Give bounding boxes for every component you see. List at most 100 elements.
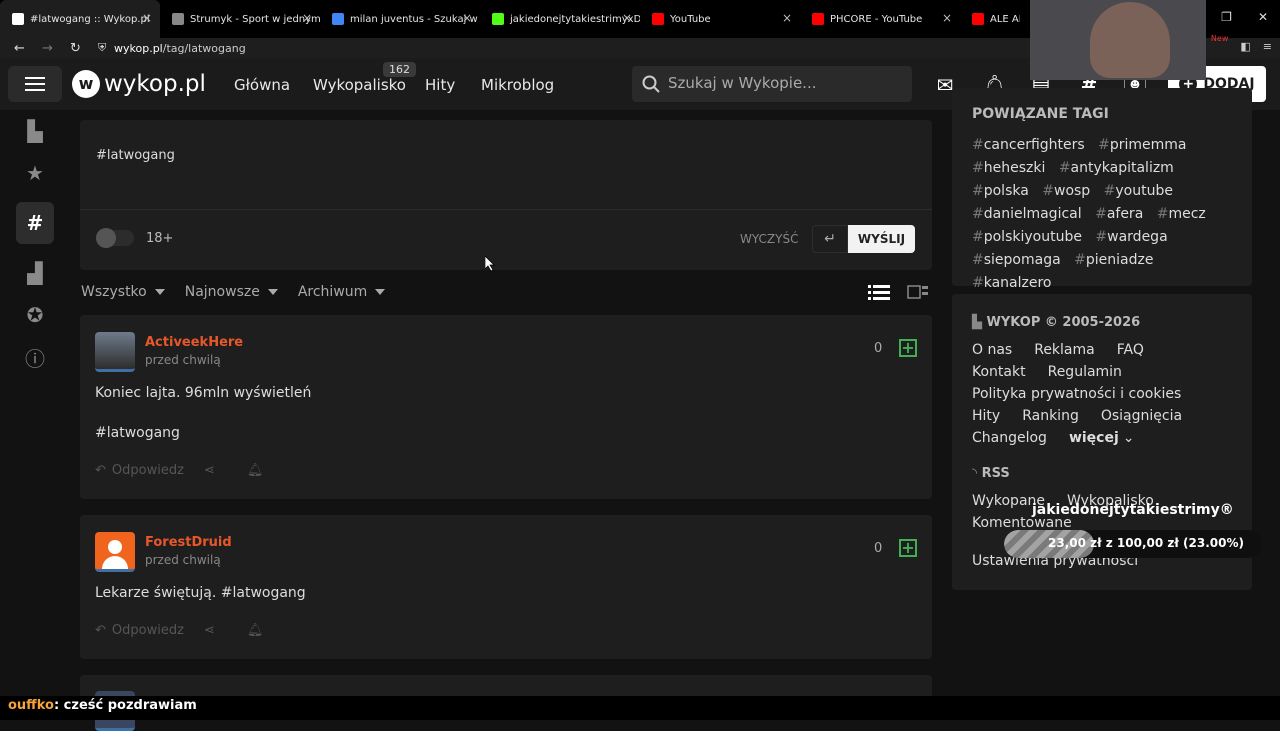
wykop-logo-icon: w bbox=[72, 70, 100, 98]
tab-favicon-icon bbox=[492, 13, 504, 25]
adult-toggle[interactable] bbox=[96, 228, 134, 248]
tag-link[interactable]: #siepomaga bbox=[972, 252, 1061, 268]
follow-bell-icon[interactable]: 🔔︎ bbox=[247, 463, 264, 478]
tag-link[interactable]: #kanalzero bbox=[972, 275, 1052, 291]
menu-icon[interactable]: ≡ bbox=[1263, 40, 1272, 53]
share-icon[interactable]: ⋖ bbox=[204, 623, 215, 638]
rss-title-text: RSS bbox=[981, 466, 1010, 481]
browser-tab[interactable]: #latwogang :: Wykop.pl × bbox=[0, 0, 160, 38]
tab-close-icon[interactable]: × bbox=[302, 11, 314, 25]
tag-link[interactable]: #afera bbox=[1095, 206, 1143, 222]
enter-key-icon[interactable]: ↵ bbox=[812, 225, 848, 253]
tab-title: milan juventus - Szukaj w Go bbox=[350, 13, 480, 25]
footer-link[interactable]: Hity bbox=[972, 408, 1000, 424]
footer-link[interactable]: FAQ bbox=[1117, 342, 1144, 358]
footer-link[interactable]: Polityka prywatności i cookies bbox=[972, 386, 1181, 402]
back-icon[interactable]: ← bbox=[14, 41, 28, 56]
tag-name: heheszki bbox=[983, 160, 1046, 176]
search-input[interactable] bbox=[668, 74, 898, 92]
share-icon[interactable]: ⋖ bbox=[204, 463, 215, 478]
hamburger-button[interactable] bbox=[8, 66, 62, 102]
post-tag[interactable]: #latwogang bbox=[221, 585, 306, 601]
reply-button[interactable]: Odpowiedz bbox=[112, 463, 184, 478]
url-domain: wykop.pl bbox=[114, 41, 163, 55]
sidebar-item-help[interactable]: ⓘ bbox=[16, 336, 54, 378]
browser-tab[interactable]: ALE ALE A bbox=[960, 0, 1020, 38]
composer-divider bbox=[80, 209, 932, 210]
url-field[interactable]: wykop.pl/tag/latwogang bbox=[114, 42, 246, 55]
tab-close-icon[interactable]: × bbox=[622, 11, 634, 25]
nav-link-hity[interactable]: Hity bbox=[425, 76, 455, 94]
footer-link[interactable]: więcej bbox=[1069, 430, 1119, 446]
reply-icon[interactable]: ↶ bbox=[95, 463, 106, 478]
footer-link[interactable]: Reklama bbox=[1034, 342, 1095, 358]
footer-link[interactable]: Osiągnięcia bbox=[1101, 408, 1182, 424]
author-avatar[interactable] bbox=[95, 532, 135, 572]
search-box[interactable] bbox=[632, 66, 912, 102]
tag-link[interactable]: #danielmagical bbox=[972, 206, 1082, 222]
list-view-icon[interactable] bbox=[868, 284, 890, 302]
sidebar-item-ranking[interactable]: ▟ bbox=[16, 252, 54, 294]
tag-link[interactable]: #heheszki bbox=[972, 160, 1045, 176]
author-name[interactable]: ForestDruid bbox=[145, 535, 232, 550]
nav-link-mikroblog[interactable]: Mikroblog bbox=[481, 76, 554, 94]
follow-bell-icon[interactable]: 🔔︎ bbox=[247, 623, 264, 638]
site-info-icon[interactable]: ⛨ bbox=[98, 41, 112, 55]
tag-name: polskiyoutube bbox=[983, 229, 1082, 245]
footer-link[interactable]: O nas bbox=[972, 342, 1012, 358]
browser-tab[interactable]: PHCORE - YouTube × bbox=[800, 0, 960, 38]
reload-icon[interactable]: ↻ bbox=[70, 41, 84, 56]
footer-link[interactable]: Kontakt bbox=[972, 364, 1026, 380]
composer-input[interactable]: #latwogang bbox=[96, 148, 175, 163]
hash-symbol: # bbox=[972, 275, 984, 291]
footer-link[interactable]: Ranking bbox=[1022, 408, 1079, 424]
tag-link[interactable]: #polska bbox=[972, 183, 1029, 199]
filter-archive[interactable]: Archiwum bbox=[298, 284, 385, 300]
tab-close-icon[interactable]: × bbox=[462, 11, 474, 25]
forward-icon[interactable]: → bbox=[42, 41, 56, 56]
tag-link[interactable]: #antykapitalizm bbox=[1059, 160, 1174, 176]
post-tag[interactable]: #latwogang bbox=[95, 425, 180, 441]
nav-link-wykopalisko[interactable]: Wykopalisko bbox=[313, 76, 406, 94]
browser-tab[interactable]: milan juventus - Szukaj w Go× bbox=[320, 0, 480, 38]
nav-link-glowna[interactable]: Główna bbox=[234, 76, 290, 94]
send-button[interactable]: WYŚLIJ bbox=[848, 225, 915, 253]
profile-icon[interactable]: ◧ bbox=[1240, 40, 1250, 53]
browser-tab[interactable]: Strumyk - Sport w jednym × bbox=[160, 0, 320, 38]
tag-link[interactable]: #wosp bbox=[1042, 183, 1090, 199]
upvote-button[interactable]: + bbox=[899, 539, 917, 557]
tag-link[interactable]: #cancerfighters bbox=[972, 137, 1085, 153]
author-avatar[interactable] bbox=[95, 332, 135, 372]
browser-tab[interactable]: YouTube × bbox=[640, 0, 800, 38]
sidebar-item-home[interactable]: ▙ bbox=[16, 110, 54, 152]
reply-icon[interactable]: ↶ bbox=[95, 623, 106, 638]
restore-icon[interactable]: ❐ bbox=[1221, 10, 1232, 24]
sidebar-item-favorites[interactable]: ★ bbox=[16, 152, 54, 194]
chevron-down-icon[interactable]: ⌄ bbox=[1123, 430, 1135, 446]
footer-link[interactable]: Changelog bbox=[972, 430, 1047, 446]
tab-close-icon[interactable]: × bbox=[942, 11, 954, 25]
author-name[interactable]: ActiveekHere bbox=[145, 335, 243, 350]
tag-link[interactable]: #wardega bbox=[1095, 229, 1167, 245]
hash-symbol: # bbox=[972, 160, 984, 176]
tag-link[interactable]: #mecz bbox=[1157, 206, 1206, 222]
sidebar-item-tags[interactable]: # bbox=[16, 202, 54, 244]
tab-close-icon[interactable]: × bbox=[142, 11, 154, 25]
tab-title: PHCORE - YouTube bbox=[830, 13, 923, 25]
upvote-button[interactable]: + bbox=[899, 339, 917, 357]
sidebar-item-achievements[interactable]: ✪ bbox=[16, 294, 54, 336]
footer-link[interactable]: Regulamin bbox=[1048, 364, 1122, 380]
reply-button[interactable]: Odpowiedz bbox=[112, 623, 184, 638]
site-logo[interactable]: w wykop.pl bbox=[72, 70, 206, 98]
tag-link[interactable]: #primemma bbox=[1098, 137, 1186, 153]
clear-button[interactable]: WYCZYŚĆ bbox=[740, 232, 798, 246]
filter-newest[interactable]: Najnowsze bbox=[185, 284, 278, 300]
browser-tab[interactable]: jakiedonejtytakiestrimyxD Str× bbox=[480, 0, 640, 38]
tag-link[interactable]: #pieniadze bbox=[1074, 252, 1153, 268]
tag-link[interactable]: #polskiyoutube bbox=[972, 229, 1082, 245]
tag-link[interactable]: #youtube bbox=[1104, 183, 1173, 199]
tab-close-icon[interactable]: × bbox=[782, 11, 794, 25]
filter-all[interactable]: Wszystko bbox=[81, 284, 165, 300]
close-window-icon[interactable]: ✕ bbox=[1258, 10, 1268, 24]
media-view-icon[interactable] bbox=[907, 284, 929, 302]
